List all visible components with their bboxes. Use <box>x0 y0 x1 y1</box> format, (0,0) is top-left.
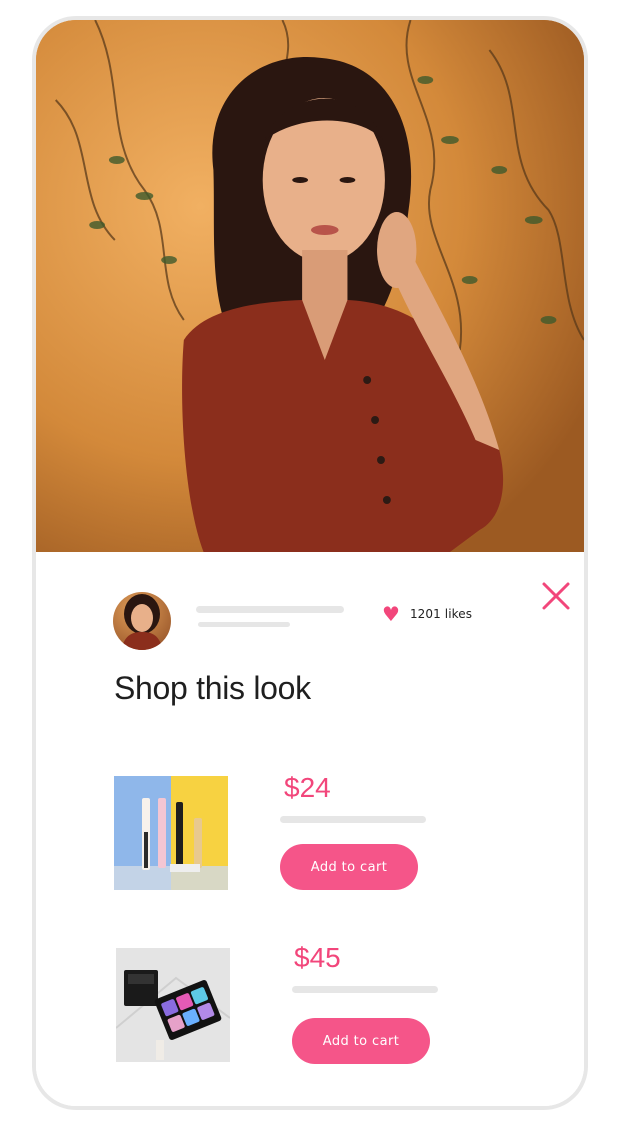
author-name-placeholder <box>196 606 344 613</box>
lipgloss-illustration <box>114 776 228 890</box>
eyeshadow-illustration <box>116 948 230 1062</box>
author-avatar[interactable] <box>113 592 171 650</box>
product-image-lipgloss[interactable] <box>114 776 228 890</box>
heart-icon[interactable]: ♥ <box>382 604 400 624</box>
likes-counter[interactable]: ♥ 1201 likes <box>382 604 472 624</box>
close-button[interactable] <box>536 576 576 616</box>
add-to-cart-button[interactable]: Add to cart <box>280 844 418 890</box>
shop-title: Shop this look <box>114 670 311 706</box>
shop-sheet: ♥ 1201 likes Shop this look $24 Add to c… <box>36 552 584 1106</box>
hero-photo[interactable] <box>36 20 584 552</box>
product-image-eyeshadow[interactable] <box>116 948 230 1062</box>
add-to-cart-button[interactable]: Add to cart <box>292 1018 430 1064</box>
likes-count: 1201 likes <box>409 607 473 621</box>
product-card: $45 Add to cart <box>36 942 584 1068</box>
product-card: $24 Add to cart <box>36 772 584 896</box>
author-handle-placeholder <box>198 622 290 627</box>
product-name-placeholder <box>292 986 438 993</box>
avatar-illustration <box>121 594 163 650</box>
product-name-placeholder <box>280 816 426 823</box>
product-price: $24 <box>284 772 331 803</box>
product-price: $45 <box>294 942 341 973</box>
portrait-illustration <box>36 20 584 552</box>
phone-frame: ♥ 1201 likes Shop this look $24 Add to c… <box>32 16 588 1110</box>
close-icon[interactable] <box>536 576 576 616</box>
